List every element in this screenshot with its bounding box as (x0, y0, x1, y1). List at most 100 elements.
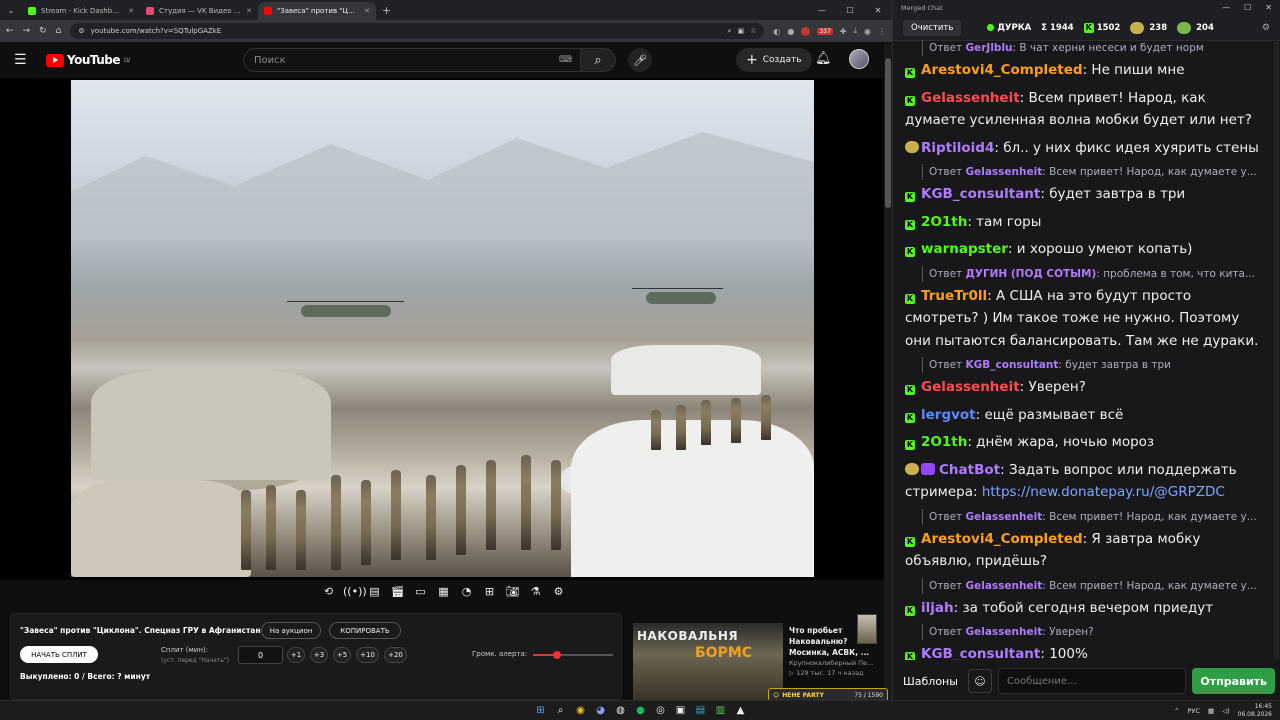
chat-username[interactable]: warnapster (921, 241, 1008, 257)
search-input[interactable]: Поиск ⌨ (243, 48, 583, 72)
extension-icon[interactable]: ◐ (773, 27, 780, 36)
extensions-puzzle-icon[interactable]: ✚ (840, 27, 847, 36)
reply-username[interactable]: Gelassenheit (966, 626, 1043, 638)
broadcast-icon[interactable]: ((•)) (343, 585, 367, 598)
settings-gear-icon[interactable]: ⚙ (550, 585, 567, 598)
copy-button[interactable]: КОПИРОВАТЬ (329, 622, 401, 639)
frame-icon[interactable]: ▭ (412, 585, 429, 598)
video-player[interactable] (0, 78, 884, 644)
network-icon[interactable]: ▦ (1208, 707, 1214, 715)
maximize-icon[interactable]: ☐ (836, 6, 864, 15)
chat-username[interactable]: Arestovi4_Completed (921, 531, 1083, 547)
increment-3-button[interactable]: +3 (310, 647, 328, 663)
recommendation-thumbnail[interactable]: НАКОВАЛЬНЯ БОРМС (633, 623, 783, 700)
speed-gauge-icon[interactable]: ◔ (458, 585, 475, 598)
chat-username[interactable]: Riptiloid4 (921, 140, 994, 156)
chat-link[interactable]: https://new.donatepay.ru/@GRPZDC (982, 484, 1225, 500)
chat-reply-line[interactable]: Ответ GerJlblu: В чат херни несеси и буд… (922, 40, 1267, 56)
reply-username[interactable]: Gelassenheit (966, 166, 1043, 178)
profile-icon[interactable]: ◉ (864, 27, 871, 36)
close-tab-icon[interactable]: ✕ (246, 7, 252, 15)
alert-volume-slider[interactable] (533, 651, 613, 659)
templates-button[interactable]: Шаблоны (899, 675, 962, 688)
reply-username[interactable]: Gelassenheit (966, 580, 1043, 592)
install-icon[interactable]: ▣ (737, 27, 744, 35)
avatar[interactable] (849, 49, 869, 69)
notifications-bell-icon[interactable]: 🔔︎ (815, 51, 832, 66)
chat-username[interactable]: 2O1th (921, 214, 967, 230)
camera-icon[interactable]: 📷︎ (504, 585, 521, 598)
chat-username[interactable]: iljah (921, 600, 954, 616)
menu-dots-icon[interactable]: ⋮ (878, 27, 886, 36)
close-tab-icon[interactable]: ✕ (128, 7, 134, 15)
app-icon[interactable]: ▣ (673, 703, 688, 718)
create-button[interactable]: + Создать (736, 48, 812, 72)
tab-vk-studio[interactable]: Студия — VK Видео Live ✕ (140, 2, 258, 20)
close-tab-icon[interactable]: ✕ (364, 7, 370, 15)
flask-icon[interactable]: ⚗ (527, 585, 544, 598)
forward-icon[interactable]: → (23, 26, 31, 36)
chat-username[interactable]: KGB_consultant (921, 646, 1040, 660)
subtitles-icon[interactable]: ▤ (366, 585, 383, 598)
chat-username[interactable]: Gelassenheit (921, 379, 1020, 395)
keyboard-icon[interactable]: ⌨ (559, 55, 572, 65)
chat-username[interactable]: Arestovi4_Completed (921, 62, 1083, 78)
app-icon[interactable]: ▤ (693, 703, 708, 718)
filmstrip-icon[interactable]: ▦ (435, 585, 452, 598)
chrome-icon[interactable]: ◉ (573, 703, 588, 718)
loop-icon[interactable]: ⟲ (320, 585, 337, 598)
site-info-icon[interactable]: ⚙ (78, 27, 84, 35)
chat-username[interactable]: 2O1th (921, 434, 967, 450)
chat-reply-line[interactable]: Ответ KGB_consultant: будет завтра в три (922, 357, 1267, 373)
windows-start-icon[interactable]: ⊞ (533, 703, 548, 718)
youtube-logo[interactable]: YouTube LV (46, 53, 130, 67)
extension-icon[interactable]: ● (787, 27, 794, 36)
reply-username[interactable]: GerJlblu (966, 42, 1013, 54)
spotify-icon[interactable]: ● (633, 703, 648, 718)
recommendation-title[interactable]: Что пробьет Наковальню? Мосинка, АСВК, .… (789, 625, 881, 658)
clapper-icon[interactable]: 🎬︎ (389, 585, 406, 598)
search-icon[interactable]: ⌕ (553, 703, 568, 718)
add-box-icon[interactable]: ⊞ (481, 585, 498, 598)
hamburger-menu-icon[interactable]: ☰ (14, 52, 46, 68)
discord-icon[interactable]: ◕ (593, 703, 608, 718)
slider-knob[interactable] (553, 651, 561, 659)
volume-icon[interactable]: ◁) (1222, 707, 1230, 715)
extension-red-icon[interactable] (801, 26, 811, 36)
increment-5-button[interactable]: +5 (333, 647, 351, 663)
to-auction-button[interactable]: На аукцион (261, 622, 321, 639)
app-icon[interactable]: ▲ (733, 703, 748, 718)
tab-kick-dashboard[interactable]: Stream - Kick Dashboard ✕ (22, 2, 140, 20)
message-input[interactable]: Сообщение... (997, 668, 1187, 694)
chat-reply-line[interactable]: Ответ ДУГИН (ПОД СОТЫМ): проблема в том,… (922, 265, 1267, 282)
maximize-icon[interactable]: ☐ (1244, 3, 1251, 12)
chat-scrollbar[interactable] (1274, 40, 1279, 660)
bookmark-star-icon[interactable]: ☆ (750, 27, 756, 35)
chat-username[interactable]: TrueTr0ll (921, 288, 987, 304)
chat-username[interactable]: ChatBot (939, 462, 1000, 478)
reply-username[interactable]: ДУГИН (ПОД СОТЫМ) (966, 268, 1097, 280)
clock[interactable]: 16:45 06.08.2026 (1238, 703, 1272, 719)
close-window-icon[interactable]: ✕ (864, 6, 892, 15)
chat-reply-line[interactable]: Ответ Gelassenheit: Всем привет! Народ, … (922, 508, 1267, 525)
clear-chat-button[interactable]: Очистить (903, 19, 962, 36)
app-icon[interactable]: ▥ (713, 703, 728, 718)
back-icon[interactable]: ← (6, 26, 14, 36)
increment-20-button[interactable]: +20 (384, 647, 407, 663)
chat-username[interactable]: KGB_consultant (921, 186, 1040, 202)
search-button[interactable]: ⌕ (580, 48, 616, 72)
minimize-icon[interactable]: — (808, 6, 836, 15)
url-field[interactable]: ⚙ youtube.com/watch?v=SQTulpGAZkE ⌕ ▣ ☆ (70, 23, 765, 39)
increment-10-button[interactable]: +10 (356, 647, 379, 663)
recommendation-channel[interactable]: Крупнокалиберный Пе... (789, 658, 881, 668)
start-split-button[interactable]: НАЧАТЬ СПЛИТ (20, 646, 98, 663)
chat-username[interactable]: lergvot (921, 407, 976, 423)
split-minutes-input[interactable]: 0 (238, 646, 283, 664)
download-icon[interactable]: ⤓ (853, 26, 857, 36)
chat-settings-icon[interactable]: ⚙ (1262, 23, 1270, 33)
chat-reply-line[interactable]: Ответ Gelassenheit: Всем привет! Народ, … (922, 164, 1267, 180)
chat-reply-line[interactable]: Ответ Gelassenheit: Всем привет! Народ, … (922, 577, 1267, 594)
emoji-picker-icon[interactable]: ☺ (967, 669, 992, 693)
video-frame[interactable] (71, 80, 814, 577)
tab-search-icon[interactable]: ⌄ (0, 0, 22, 20)
